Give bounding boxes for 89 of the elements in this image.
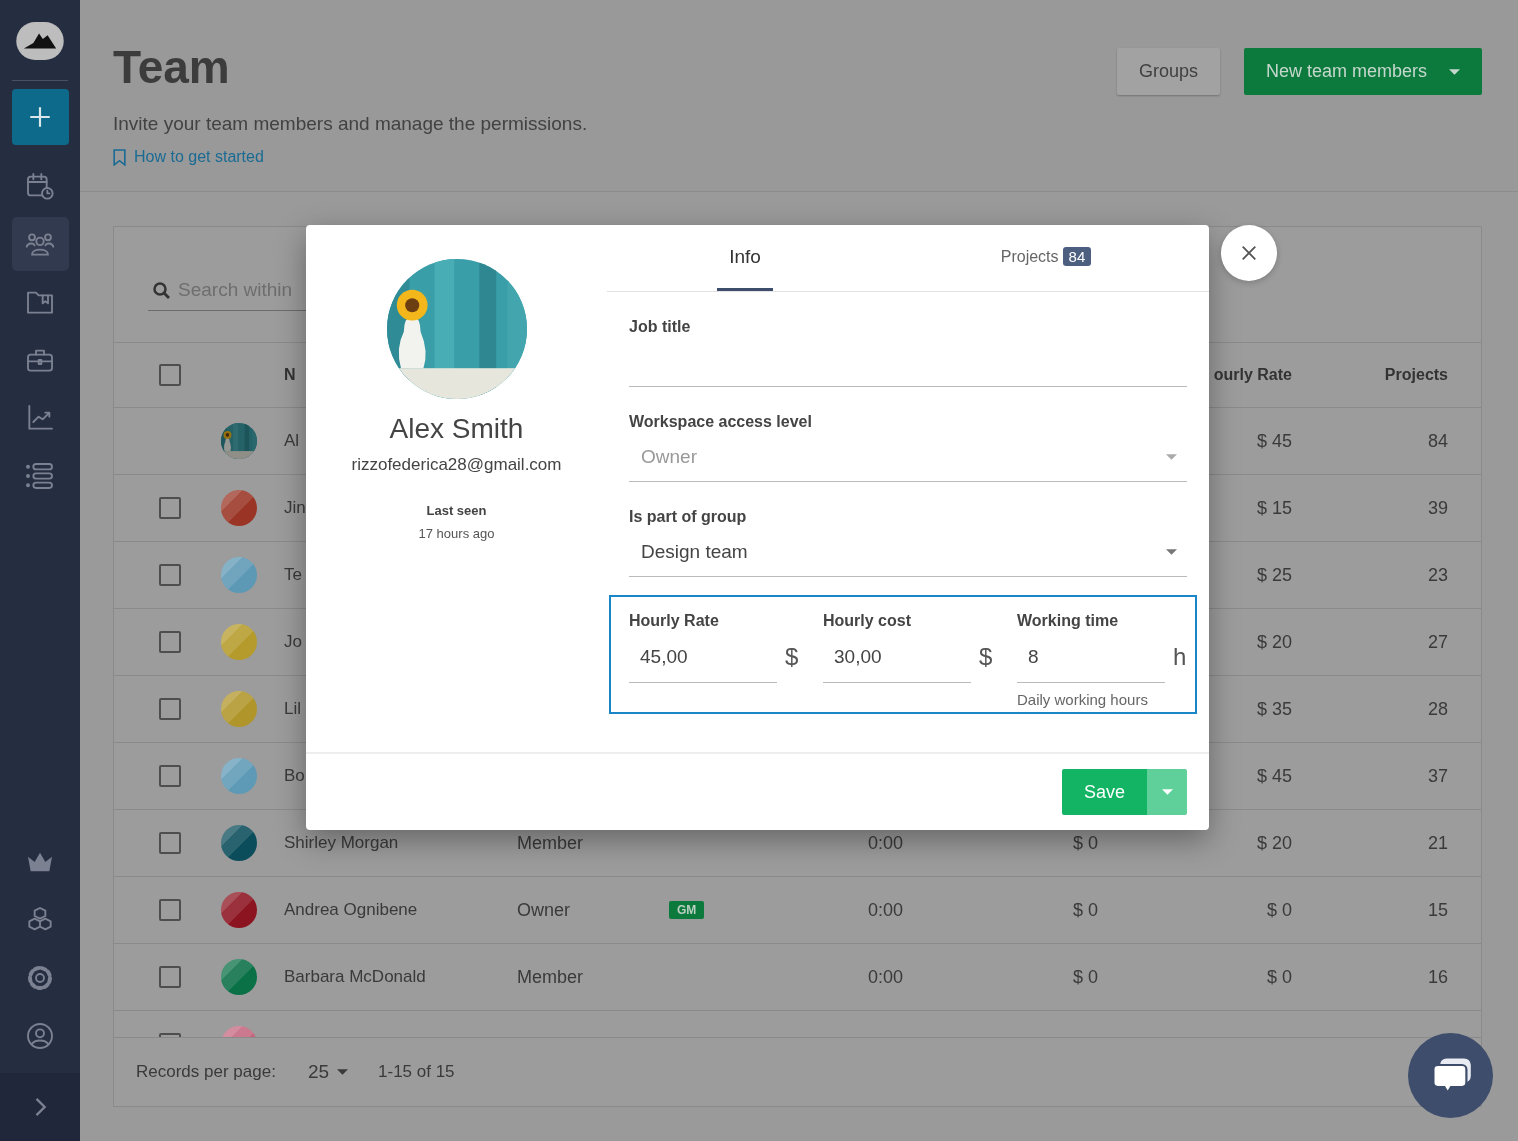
last-seen-label: Last seen: [426, 503, 487, 518]
table-cell: 16: [1427, 966, 1448, 988]
table-cell: $ 45: [1256, 765, 1292, 787]
tab[interactable]: Projects 84: [883, 225, 1209, 291]
tab[interactable]: Info: [717, 225, 773, 291]
column-header[interactable]: ourly Rate: [1213, 366, 1292, 384]
table-cell: 84: [1427, 430, 1448, 452]
list-icon: [24, 460, 56, 492]
table-cell: 0:00: [867, 832, 903, 854]
plus-icon: [27, 104, 53, 130]
table-cell: Shirley Morgan: [284, 833, 399, 853]
field-hint: Daily working hours: [1017, 691, 1149, 708]
table-cell: Owner: [517, 899, 570, 921]
table-cell: Member: [517, 832, 583, 854]
page-range: 1-15 of 15: [378, 1062, 455, 1082]
table-cell: 21: [1427, 832, 1448, 854]
profile-email: rizzofederica28@gmail.com: [351, 455, 562, 475]
checkbox[interactable]: [159, 564, 181, 586]
table-cell: $ 0: [1266, 966, 1292, 988]
field-label: Hourly Rate: [629, 611, 720, 631]
table-cell: $ 20: [1256, 832, 1292, 854]
table-cell: Jin: [284, 498, 306, 518]
table-cell: $ 20: [1256, 631, 1292, 653]
unit-label: $: [979, 643, 993, 671]
checkbox[interactable]: [159, 698, 181, 720]
table-cell: $ 0: [1266, 899, 1292, 921]
field-label: Hourly cost: [823, 611, 912, 631]
per-page-select[interactable]: 25: [307, 1061, 348, 1083]
records-label: Records per page:: [136, 1062, 276, 1082]
checkbox[interactable]: [159, 832, 181, 854]
groups-button[interactable]: Groups: [1116, 48, 1220, 95]
table-cell: Barbara McDonald: [284, 967, 426, 987]
count-badge: 84: [1062, 247, 1092, 266]
field-label: Is part of group: [629, 507, 748, 527]
page-subtitle: Invite your team members and manage the permissions.: [113, 112, 588, 136]
new-members-button[interactable]: New team members: [1243, 48, 1482, 95]
bookmark-icon: [113, 148, 126, 166]
table-cell: $ 25: [1256, 564, 1292, 586]
table-cell: $ 0: [1072, 966, 1098, 988]
table-cell: $ 15: [1256, 497, 1292, 519]
table-cell: Jo: [284, 632, 302, 652]
table-cell: 39: [1427, 497, 1448, 519]
field-label: Working time: [1017, 611, 1120, 631]
checkbox[interactable]: [159, 364, 181, 386]
profile-name: Alex Smith: [389, 413, 524, 445]
last-seen-value: 17 hours ago: [418, 526, 495, 541]
search-icon: [152, 280, 172, 301]
unit-label: $: [785, 643, 799, 671]
table-cell: 28: [1427, 698, 1448, 720]
column-header[interactable]: N: [284, 366, 296, 384]
checkbox[interactable]: [159, 966, 181, 988]
checkbox[interactable]: [159, 497, 181, 519]
table-cell: 0:00: [867, 966, 903, 988]
nav-item[interactable]: [11, 217, 69, 271]
checkbox[interactable]: [159, 765, 181, 787]
field-label: Workspace access level: [629, 412, 813, 432]
close-icon: [1240, 244, 1258, 262]
caret-icon: [1166, 548, 1177, 555]
checkbox[interactable]: [159, 631, 181, 653]
table-cell: Andrea Ognibene: [284, 900, 418, 920]
table-cell: Bo: [284, 766, 305, 786]
table-cell: 37: [1427, 765, 1448, 787]
unit-label: h: [1173, 643, 1187, 671]
role-tag: GM: [669, 901, 705, 919]
field-label: Job title: [629, 317, 692, 337]
select-field[interactable]: Design team: [629, 527, 1187, 577]
table-cell: Te: [284, 565, 302, 585]
table-cell: 27: [1427, 631, 1448, 653]
calendar-icon: [24, 170, 56, 202]
table-cell: 0:00: [867, 899, 903, 921]
add-button[interactable]: [11, 89, 69, 145]
table-cell: $ 0: [1072, 899, 1098, 921]
checkbox[interactable]: [159, 899, 181, 921]
table-cell: Member: [517, 966, 583, 988]
table-cell: $ 0: [1072, 832, 1098, 854]
caret-icon: [1166, 453, 1177, 460]
caret-icon: [337, 1069, 348, 1075]
account-icon: [24, 1020, 56, 1052]
table-cell: 15: [1427, 899, 1448, 921]
table-cell: Lil: [284, 699, 301, 719]
page-title: Team: [113, 40, 231, 94]
table-cell: $ 35: [1256, 698, 1292, 720]
table-cell: $ 45: [1256, 430, 1292, 452]
column-header[interactable]: Projects: [1384, 366, 1448, 384]
logo-icon[interactable]: [15, 22, 65, 60]
save-button[interactable]: Save: [1062, 769, 1147, 815]
table-cell: Al: [284, 431, 300, 451]
caret-icon: [1161, 789, 1173, 795]
table-cell: 23: [1427, 564, 1448, 586]
